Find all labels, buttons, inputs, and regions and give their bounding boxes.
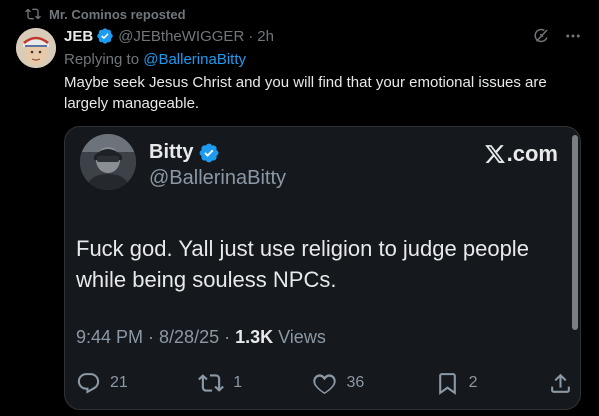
replying-mention-link[interactable]: @BallerinaBitty [143, 51, 246, 68]
verified-badge-icon [97, 28, 113, 44]
x-brand[interactable]: .com [484, 141, 558, 167]
repost-indicator[interactable]: Mr. Cominos reposted [25, 6, 186, 22]
retweet-button[interactable]: 1 [198, 370, 242, 396]
quoted-author-handle[interactable]: @BallerinaBitty [149, 167, 286, 190]
grok-icon[interactable] [531, 26, 551, 46]
x-logo-icon [484, 145, 505, 163]
repost-label: Mr. Cominos reposted [49, 6, 186, 22]
like-button[interactable]: 36 [312, 371, 364, 396]
reply-icon [77, 372, 100, 394]
replying-prefix: Replying to [64, 51, 144, 68]
more-options-icon[interactable] [563, 26, 583, 46]
tweet-text: Maybe seek Jesus Christ and you will fin… [64, 74, 547, 112]
like-count: 36 [346, 374, 365, 391]
retweet-count: 1 [233, 374, 243, 391]
quoted-tweet-meta: 9:44 PM · 8/28/25 · 1.3K Views [76, 327, 326, 348]
quoted-author-name[interactable]: Bitty [149, 141, 193, 164]
bookmark-button[interactable]: 2 [435, 371, 478, 396]
heart-icon [313, 373, 337, 394]
action-bar: 21 1 36 2 [76, 370, 573, 396]
brand-suffix: .com [506, 141, 558, 166]
author-avatar[interactable] [16, 28, 56, 68]
quoted-tweet-card[interactable]: Bitty @BallerinaBitty .com Fuck god. Yal… [64, 126, 581, 410]
views-label: Views [273, 327, 326, 347]
share-icon [551, 373, 570, 393]
retweet-icon [198, 374, 225, 392]
separator: · [248, 27, 254, 45]
reply-button[interactable]: 21 [76, 371, 128, 396]
repost-icon [25, 8, 41, 20]
bookmark-icon [438, 372, 456, 395]
tweet-time[interactable]: 2h [257, 28, 274, 45]
views-count: 1.3K [235, 327, 274, 347]
share-button[interactable] [548, 371, 573, 396]
author-handle[interactable]: @JEBtheWIGGER [118, 28, 244, 45]
card-scrollbar[interactable] [572, 135, 578, 330]
quoted-tweet-timestamp[interactable]: 9:44 PM · 8/28/25 · [76, 327, 235, 347]
quoted-tweet-text: Fuck god. Yall just use religion to judg… [76, 236, 529, 292]
tweet-header: JEB @JEBtheWIGGER · 2h [64, 26, 583, 46]
replying-to: Replying to @BallerinaBitty [64, 51, 246, 68]
quoted-author-name-row: Bitty [149, 141, 220, 164]
verified-badge-icon [200, 143, 219, 162]
author-name[interactable]: JEB [64, 28, 93, 45]
quoted-author-avatar[interactable] [80, 134, 136, 190]
bookmark-count: 2 [468, 374, 478, 391]
reply-count: 21 [110, 374, 128, 391]
